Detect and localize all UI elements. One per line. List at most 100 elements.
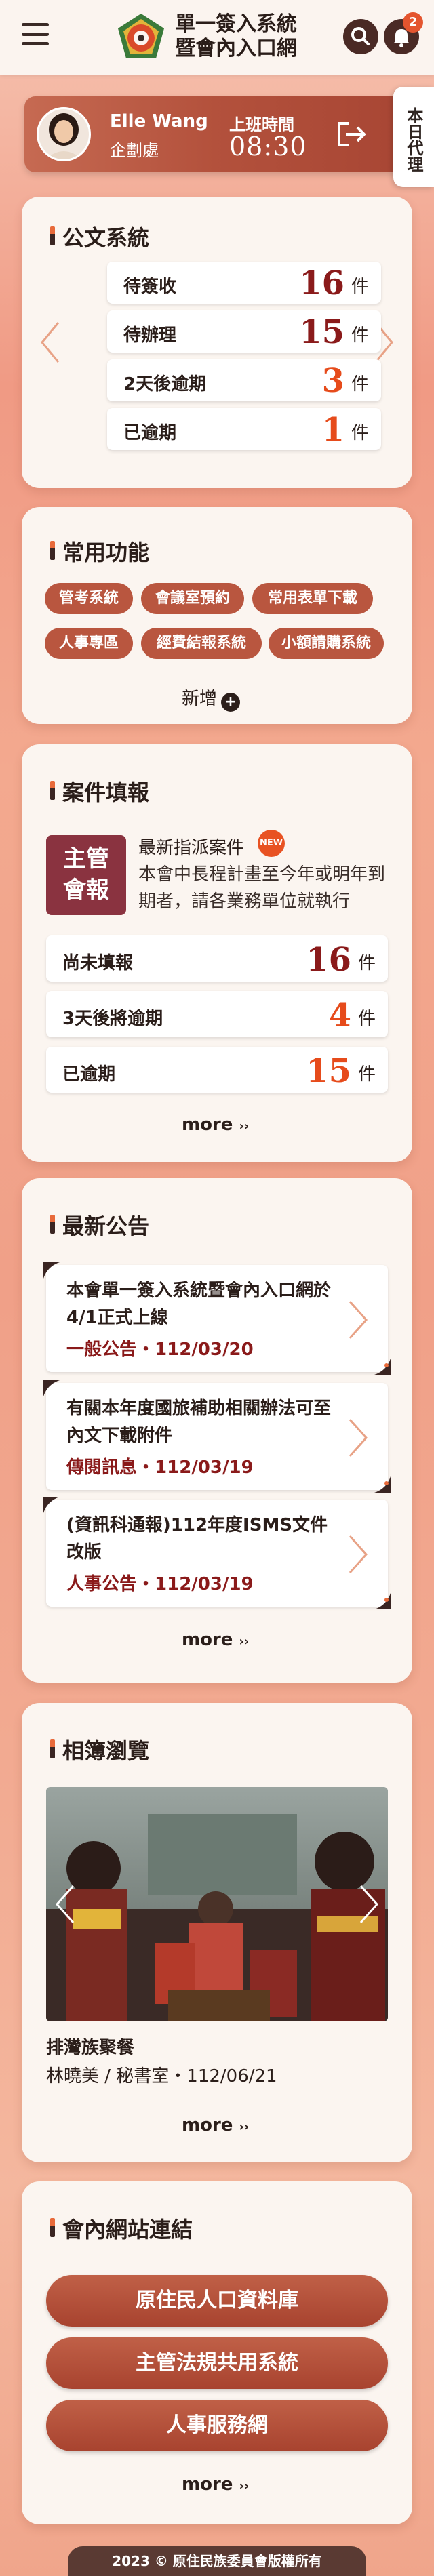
stat-label: 2天後逾期 [123,374,207,395]
function-chip[interactable]: 人事專區 [45,628,133,659]
news-more-link[interactable]: more ›› [182,1630,249,1650]
corner-decoration-icon [374,1593,391,1609]
document-row-pending-receipt[interactable]: 待簽收 16 件 [107,262,381,304]
documents-card: 公文系統 待簽收 16 件 待辦理 15 件 2天後逾期 3 件 已逾期 1 件 [22,197,412,488]
chevron-right-icon [349,1419,368,1457]
case-row-overdue[interactable]: 已逾期 15 件 [46,1047,388,1093]
document-row-overdue-soon[interactable]: 2天後逾期 3 件 [107,359,381,401]
stat-count: 4 [328,997,351,1034]
function-chip[interactable]: 小額請購系統 [269,628,384,659]
news-item[interactable]: 本會單一簽入系統暨會內入口網於4/1正式上線 一般公告・112/03/20 [43,1262,391,1375]
stat-unit: 件 [357,1064,376,1085]
more-label: more [182,1630,233,1650]
stat-label: 尚未填報 [62,953,134,973]
today-proxy-tab[interactable]: 本日代理 [393,87,434,187]
stat-label: 已逾期 [62,1064,116,1085]
stat-label: 3天後將逾期 [62,1009,163,1029]
news-item-meta: 人事公告・112/03/19 [66,1574,254,1594]
case-description[interactable]: 本會中長程計畫至今年或明年到期者，請各業務單位就執行 [138,861,396,915]
add-function-button[interactable]: 新增 + [182,685,241,712]
search-button[interactable] [343,19,378,54]
stat-unit: 件 [351,423,369,443]
user-department: 企劃處 [110,141,159,160]
stat-count: 16 [306,941,351,979]
more-label: more [182,1114,233,1135]
news-item-meta: 傳閱訊息・112/03/19 [66,1457,254,1478]
stat-unit: 件 [351,277,369,297]
stat-unit: 件 [351,325,369,346]
site-title-line1: 單一簽入系統 [175,12,297,36]
news-item-title: (資訊科通報)112年度ISMS文件改版 [66,1515,328,1563]
case-row-overdue-soon[interactable]: 3天後將逾期 4 件 [46,991,388,1037]
function-chip[interactable]: 經費結報系統 [141,628,262,659]
chevron-right-icon [349,1535,368,1573]
links-card: 會內網站連結 原住民人口資料庫 主管法規共用系統 人事服務網 more ›› [22,2181,412,2524]
function-chip[interactable]: 常用表單下載 [252,583,373,614]
document-row-overdue[interactable]: 已逾期 1 件 [107,408,381,450]
site-title-line2: 暨會內入口網 [175,37,297,60]
document-row-pending-process[interactable]: 待辦理 15 件 [107,310,381,353]
corner-decoration-icon [43,1497,60,1513]
case-row-unfilled[interactable]: 尚未填報 16 件 [46,935,388,982]
news-date: 112/03/19 [155,1457,254,1478]
menu-icon[interactable] [22,23,49,46]
link-button-population-db[interactable]: 原住民人口資料庫 [46,2275,388,2327]
news-date: 112/03/20 [155,1340,254,1360]
functions-title: 常用功能 [50,536,149,567]
new-badge: NEW [258,830,285,857]
function-chip[interactable]: 管考系統 [45,583,133,614]
case-category-box[interactable]: 主管 會報 [46,835,126,915]
stat-count: 16 [299,264,344,302]
stat-unit: 件 [357,1009,376,1029]
work-time-value: 08:30 [229,132,307,161]
stat-count: 1 [321,411,344,449]
function-chip[interactable]: 會議室預約 [141,583,244,614]
news-category: 人事公告 [66,1574,138,1594]
case-box-line2: 會報 [63,877,109,904]
stat-count: 3 [321,362,344,400]
corner-decoration-icon [374,1476,391,1493]
user-name: Elle Wang [110,111,208,132]
more-label: more [182,2115,233,2135]
top-header: 單一簽入系統 暨會內入口網 2 [0,0,434,75]
chevron-left-icon[interactable] [37,319,64,366]
links-title: 會內網站連結 [50,2213,193,2244]
stat-unit: 件 [351,374,369,395]
more-label: more [182,2474,233,2495]
documents-title: 公文系統 [50,221,149,252]
link-button-regulations[interactable]: 主管法規共用系統 [46,2337,388,2389]
news-item[interactable]: (資訊科通報)112年度ISMS文件改版 人事公告・112/03/19 [43,1497,391,1609]
links-more-link[interactable]: more ›› [182,2474,249,2495]
album-photo-image [46,1787,388,2021]
double-chevron-icon: ›› [239,1119,250,1133]
double-chevron-icon: ›› [239,2479,250,2493]
stat-label: 待簽收 [123,277,177,297]
double-chevron-icon: ›› [239,1634,250,1649]
link-button-hr-service[interactable]: 人事服務網 [46,2400,388,2451]
notification-badge: 2 [403,12,423,33]
photo-next-icon[interactable] [355,1882,382,1927]
site-title: 單一簽入系統 暨會內入口網 [175,12,297,61]
album-photo[interactable] [46,1787,388,2021]
stat-label: 已逾期 [123,423,177,443]
news-item-title: 有關本年度國旅補助相關辦法可至內文下載附件 [66,1398,332,1446]
photo-prev-icon[interactable] [52,1882,79,1927]
album-more-link[interactable]: more ›› [182,2115,249,2135]
logout-icon[interactable] [335,119,369,149]
cases-more-link[interactable]: more ›› [182,1114,249,1135]
plus-icon: + [221,693,241,712]
news-category: 傳閱訊息 [66,1457,138,1478]
avatar[interactable] [37,107,91,161]
stat-label: 待辦理 [123,325,177,346]
search-icon [351,27,370,45]
footer-copyright: 2023 © 原住民族委員會版權所有 [68,2546,366,2576]
cases-card: 案件填報 主管 會報 最新指派案件 NEW 本會中長程計畫至今年或明年到期者，請… [22,744,412,1162]
photo-title: 排灣族聚餐 [46,2038,135,2058]
logo-icon[interactable] [114,11,168,62]
corner-decoration-icon [43,1262,60,1279]
news-card: 最新公告 本會單一簽入系統暨會內入口網於4/1正式上線 一般公告・112/03/… [22,1178,412,1683]
news-item-title: 本會單一簽入系統暨會內入口網於4/1正式上線 [66,1281,332,1328]
album-card: 相簿瀏覽 排灣族聚餐 林曉美 / 秘書室・112/06/21 more ›› [22,1703,412,2162]
news-date: 112/03/19 [155,1574,254,1594]
news-item[interactable]: 有關本年度國旅補助相關辦法可至內文下載附件 傳閱訊息・112/03/19 [43,1380,391,1493]
